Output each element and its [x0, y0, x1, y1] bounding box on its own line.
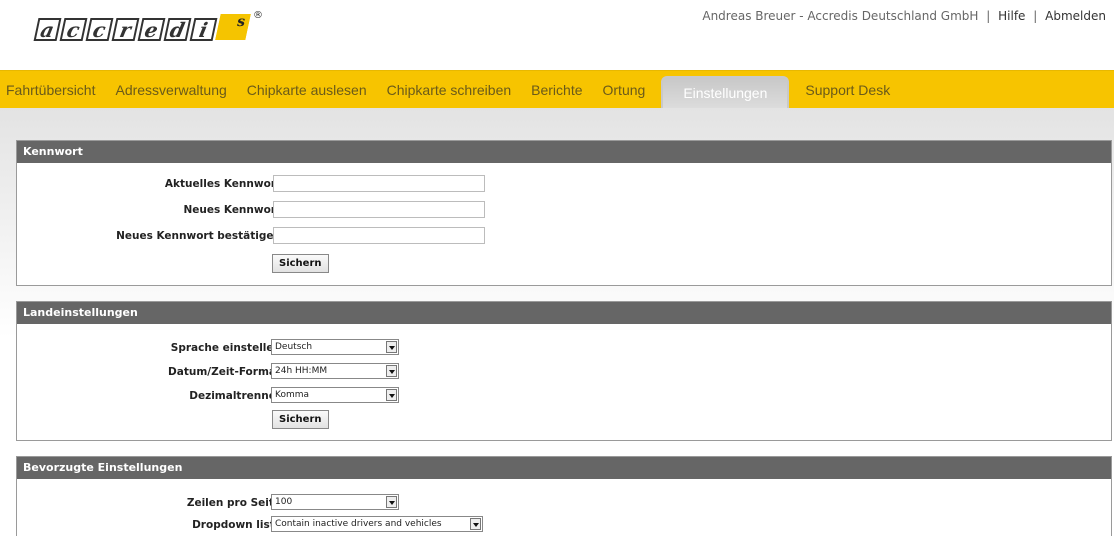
rows-per-page-value: 100: [275, 497, 293, 507]
logo-badge: s: [215, 14, 251, 40]
user-name: Andreas Breuer - Accredis Deutschland Gm…: [702, 9, 979, 23]
new-password-input[interactable]: [273, 201, 485, 218]
panel-title: Landeinstellungen: [17, 302, 1111, 324]
header: a c c r e d i s ® Andreas Breuer - Accre…: [0, 0, 1114, 70]
chevron-down-icon: [470, 518, 481, 530]
logo-letter: i: [189, 18, 218, 42]
confirm-password-row: Neues Kennwort bestätigen: [17, 227, 1111, 247]
main-nav: Fahrtübersicht Adressverwaltung Chipkart…: [0, 70, 1114, 108]
dropdown-lists-value: Contain inactive drivers and vehicles: [275, 519, 442, 529]
separator: |: [986, 9, 991, 23]
new-password-label: Neues Kennwort: [183, 204, 281, 216]
language-value: Deutsch: [275, 342, 313, 352]
logo-letter: r: [111, 18, 140, 42]
help-link[interactable]: Hilfe: [998, 9, 1025, 23]
logo-letter: c: [59, 18, 88, 42]
nav-item-ortung[interactable]: Ortung: [593, 71, 656, 109]
user-links: Andreas Breuer - Accredis Deutschland Gm…: [702, 9, 1106, 23]
rows-per-page-select[interactable]: 100: [271, 494, 399, 510]
chevron-down-icon: [386, 365, 397, 377]
datetime-select[interactable]: 24h HH:MM: [271, 363, 399, 379]
separator: |: [1033, 9, 1038, 23]
chevron-down-icon: [386, 496, 397, 508]
language-label: Sprache einstellen: [170, 342, 281, 354]
datetime-value: 24h HH:MM: [275, 366, 328, 376]
logo-letter: e: [137, 18, 166, 42]
logo-letter: a: [33, 18, 62, 42]
new-password-row: Neues Kennwort: [17, 201, 1111, 221]
language-select[interactable]: Deutsch: [271, 339, 399, 355]
decimal-select[interactable]: Komma: [271, 387, 399, 403]
registered-mark: ®: [253, 10, 263, 21]
dropdown-lists-label: Dropdown lists: [192, 519, 281, 531]
accredis-logo[interactable]: a c c r e d i s ®: [33, 8, 263, 44]
current-password-input[interactable]: [273, 175, 485, 192]
panel-title: Bevorzugte Einstellungen: [17, 457, 1111, 479]
nav-item-chipkarte-schreiben[interactable]: Chipkarte schreiben: [377, 71, 522, 109]
datetime-label: Datum/Zeit-Format: [168, 366, 281, 378]
dropdown-lists-select[interactable]: Contain inactive drivers and vehicles: [271, 516, 483, 532]
chevron-down-icon: [386, 341, 397, 353]
nav-item-support-desk[interactable]: Support Desk: [795, 71, 900, 109]
save-locale-button[interactable]: Sichern: [272, 410, 329, 429]
panel-title: Kennwort: [17, 141, 1111, 163]
nav-item-chipkarte-auslesen[interactable]: Chipkarte auslesen: [237, 71, 377, 109]
preferences-panel: Bevorzugte Einstellungen Zeilen pro Seit…: [16, 456, 1112, 536]
rows-per-page-label: Zeilen pro Seite: [186, 497, 281, 509]
logout-link[interactable]: Abmelden: [1045, 9, 1106, 23]
decimal-value: Komma: [275, 390, 310, 400]
locale-panel: Landeinstellungen Sprache einstellen Deu…: [16, 301, 1112, 441]
nav-item-einstellungen[interactable]: Einstellungen: [661, 76, 790, 108]
rows-per-page-row: Zeilen pro Seite 100: [17, 494, 1111, 514]
datetime-row: Datum/Zeit-Format 24h HH:MM: [17, 363, 1111, 383]
nav-item-berichte[interactable]: Berichte: [521, 71, 592, 109]
language-row: Sprache einstellen Deutsch: [17, 339, 1111, 359]
chevron-down-icon: [386, 389, 397, 401]
nav-item-adressverwaltung[interactable]: Adressverwaltung: [105, 71, 236, 109]
logo-letter: d: [163, 18, 192, 42]
logo-badge-letter: s: [235, 14, 247, 30]
save-password-button[interactable]: Sichern: [272, 254, 329, 273]
dropdown-lists-row: Dropdown lists Contain inactive drivers …: [17, 516, 1111, 536]
password-panel: Kennwort Aktuelles Kennwort Neues Kennwo…: [16, 140, 1112, 286]
current-password-row: Aktuelles Kennwort: [17, 175, 1111, 195]
logo-letter: c: [85, 18, 114, 42]
decimal-row: Dezimaltrenner Komma: [17, 387, 1111, 407]
confirm-password-label: Neues Kennwort bestätigen: [116, 230, 281, 242]
decimal-label: Dezimaltrenner: [189, 390, 281, 402]
current-password-label: Aktuelles Kennwort: [164, 178, 281, 190]
nav-item-fahrtuebersicht[interactable]: Fahrtübersicht: [0, 71, 105, 109]
confirm-password-input[interactable]: [273, 227, 485, 244]
